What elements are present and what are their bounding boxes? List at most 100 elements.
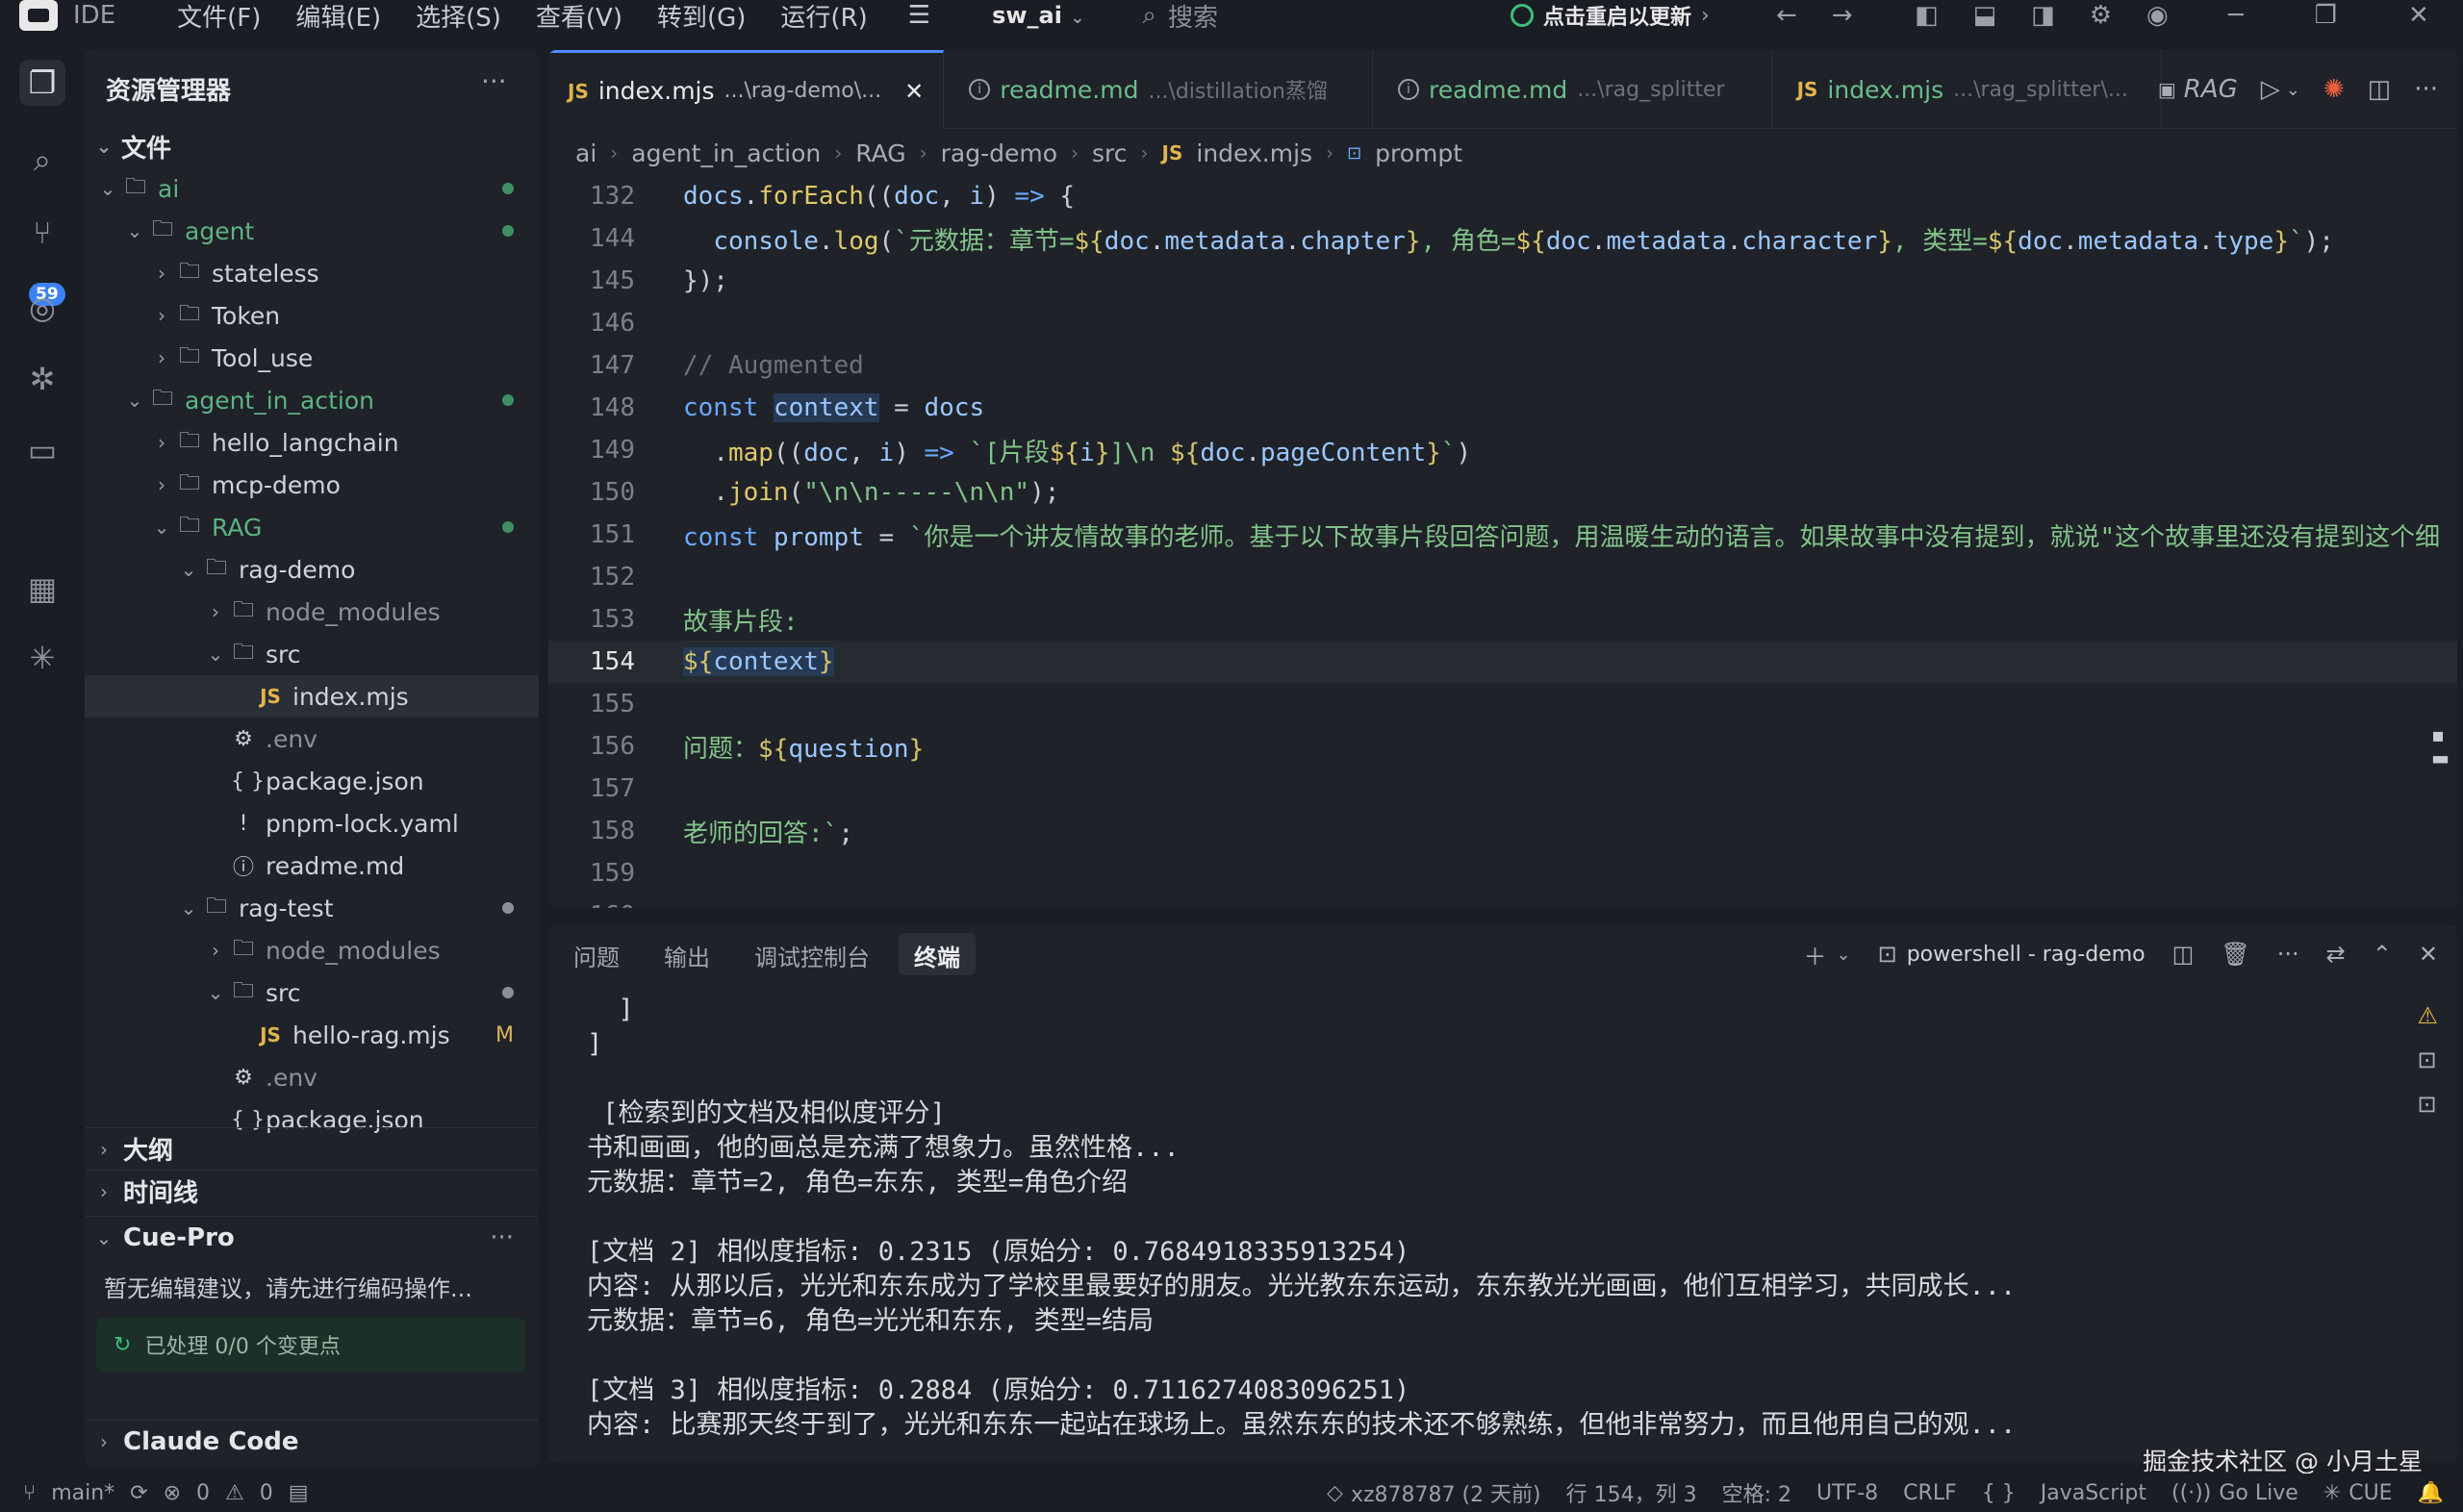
breadcrumb-item[interactable]: agent_in_action [631,139,821,167]
encoding[interactable]: UTF-8 [1816,1481,1878,1505]
tab-index-mjs-rag-demo[interactable]: JS index.mjs ...\rag-demo\... ✕ [548,50,945,129]
forward-arrow-icon[interactable]: → [1832,1,1853,30]
tree-file[interactable]: { } package.json [85,760,539,802]
breadcrumb-item[interactable]: prompt [1375,139,1462,167]
tree-folder[interactable]: › 🗀 node_modules [85,929,539,971]
warning-icon[interactable]: ⚠ [2417,1002,2438,1029]
tree-file[interactable]: ! pnpm-lock.yaml [85,802,539,844]
breadcrumb-item[interactable]: rag-demo [941,139,1057,167]
close-window-icon[interactable]: ✕ [2408,1,2429,30]
code-line[interactable]: 152 [548,556,2457,598]
more-actions-icon[interactable]: ··· [490,1223,514,1252]
toggle-panel-icon[interactable]: ⬓ [1973,1,1997,30]
code-view[interactable]: 132 docs.forEach((doc, i) => {144 console… [548,175,2457,908]
language-mode[interactable]: JavaScript [2041,1481,2146,1505]
code-line[interactable]: 145}); [548,260,2457,302]
run-icon[interactable]: ▷ [2261,75,2280,104]
search-files-icon[interactable]: ⌕ [19,137,65,183]
indentation[interactable]: 空格: 2 [1722,1477,1791,1508]
cue-status[interactable]: CUE [2349,1481,2392,1505]
ai-spark-icon[interactable]: ✺ [2323,75,2345,104]
error-count[interactable]: 0 [196,1481,210,1505]
tree-folder[interactable]: › 🗀 node_modules [85,591,539,633]
tree-folder[interactable]: › 🗀 hello_langchain [85,421,539,464]
settings-gear-icon[interactable]: ⚙ [2090,1,2112,30]
code-line[interactable]: 148 const context = docs [548,387,2457,429]
tree-file[interactable]: ⓘ readme.md [85,844,539,887]
account-icon[interactable]: ◉ [2146,1,2169,30]
split-terminal-icon[interactable]: ◫ [2172,941,2195,968]
split-editor-icon[interactable]: ◫ [2368,75,2392,104]
terminal-output[interactable]: ]] [检索到的文档及相似度评分] 书和画画，他的画总是充满了想象力。虽然性格..… [587,993,2357,1443]
maximize-panel-icon[interactable]: ⌃ [2373,941,2392,968]
code-line[interactable]: 147 // Augmented [548,344,2457,387]
code-line[interactable]: 132 docs.forEach((doc, i) => { [548,175,2457,217]
tree-folder[interactable]: › 🗀 stateless [85,252,539,294]
code-line[interactable]: 159 [548,852,2457,895]
menu-file[interactable]: 文件(F) [177,0,261,34]
sync-icon[interactable]: ⟳ [130,1481,147,1505]
terminal-selector[interactable]: ⊡ powershell - rag-demo [1878,941,2146,968]
git-branch[interactable]: main* [51,1481,114,1505]
run-config[interactable]: ▣ RAG [2158,75,2238,104]
tree-folder[interactable]: ⌄ 🗀 rag-demo [85,548,539,591]
outline-section[interactable]: › 大纲 [85,1127,539,1170]
code-line[interactable]: 144 console.log(`元数据：章节=${doc.metadata.c… [548,217,2457,260]
timeline-section[interactable]: › 时间线 [85,1170,539,1212]
trash-icon[interactable]: 🗑 [2221,941,2249,968]
close-panel-icon[interactable]: ✕ [2419,941,2438,968]
tree-folder[interactable]: ⌄ 🗀 src [85,633,539,675]
code-line[interactable]: 154 ${context} [548,641,2457,683]
code-line[interactable]: 155 [548,683,2457,725]
braces-icon[interactable]: { } [1982,1481,2016,1505]
tree-folder[interactable]: › 🗀 Token [85,294,539,337]
tree-folder[interactable]: ⌄ 🗀 RAG [85,506,539,548]
remote-window-icon[interactable]: ▭ [19,427,65,473]
cursor-position[interactable]: 行 154，列 3 [1566,1477,1697,1508]
menu-run[interactable]: 运行(R) [780,0,867,34]
close-tab-icon[interactable]: ✕ [904,78,924,105]
line-ending[interactable]: CRLF [1903,1481,1957,1505]
search-box[interactable]: ⌕ 搜索 [1142,0,1218,34]
more-actions-icon[interactable]: ··· [2414,75,2438,104]
code-line[interactable]: 151 const prompt = `你是一个讲友情故事的老师。基于以下故事片段… [548,514,2457,556]
tree-file[interactable]: ⚙ .env [85,1056,539,1098]
new-terminal-icon[interactable]: ＋ [1804,938,1827,971]
ai-assistant-icon[interactable]: ✳ [19,635,65,681]
tab-index-mjs-rag-splitter[interactable]: JS index.mjs ...\rag_splitter\... [1772,50,2162,129]
restore-icon[interactable]: ❐ [2315,1,2337,30]
code-line[interactable]: 157 [548,768,2457,810]
tab-problems[interactable]: 问题 [558,933,635,975]
extensions-icon[interactable]: ▦ [19,566,65,612]
more-menu-icon[interactable]: ☰ [908,1,930,30]
terminal-settings-icon[interactable]: ⇄ [2326,941,2346,968]
tab-readme-distillation[interactable]: i readme.md ...\distillation蒸馏 [944,50,1373,129]
tree-folder[interactable]: ⌄ 🗀 rag-test [85,887,539,929]
remote-explorer-icon[interactable]: ◎ [19,285,65,331]
menu-go[interactable]: 转到(G) [657,0,746,34]
claude-code-section[interactable]: › Claude Code [85,1420,539,1462]
workspace-root[interactable]: ⌄ 文件 [85,125,539,167]
tree-file[interactable]: ⚙ .env [85,718,539,760]
code-line[interactable]: 156 问题：${question} [548,725,2457,768]
tree-folder[interactable]: ⌄ 🗀 src [85,971,539,1014]
more-actions-icon[interactable]: ··· [481,65,507,97]
notification-bell-icon[interactable]: 🔔 [2418,1481,2444,1505]
breadcrumb-item[interactable]: index.mjs [1196,139,1312,167]
tab-debug-console[interactable]: 调试控制台 [739,933,885,975]
breadcrumb-item[interactable]: RAG [855,139,905,167]
code-line[interactable]: 146 [548,302,2457,344]
breadcrumb-item[interactable]: src [1092,139,1128,167]
tree-folder[interactable]: ⌄ 🗀 ai [85,167,539,210]
menu-selection[interactable]: 选择(S) [416,0,501,34]
terminal-instance-icon[interactable]: ⊡ [2417,1091,2438,1118]
tree-file[interactable]: JS hello-rag.mjs M [85,1014,539,1056]
project-switcher[interactable]: sw_ai ⌄ [992,2,1084,29]
chevron-down-icon[interactable]: ⌄ [2286,80,2300,100]
debug-icon[interactable]: ✲ [19,356,65,402]
tree-file[interactable]: JS index.mjs [85,675,539,718]
update-button[interactable]: 点击重启以更新 › [1511,0,1710,31]
code-line[interactable]: 150 .join("\n\n-----\n\n"); [548,471,2457,514]
code-line[interactable]: 158 老师的回答:`; [548,810,2457,852]
breadcrumb-item[interactable]: ai [575,139,597,167]
